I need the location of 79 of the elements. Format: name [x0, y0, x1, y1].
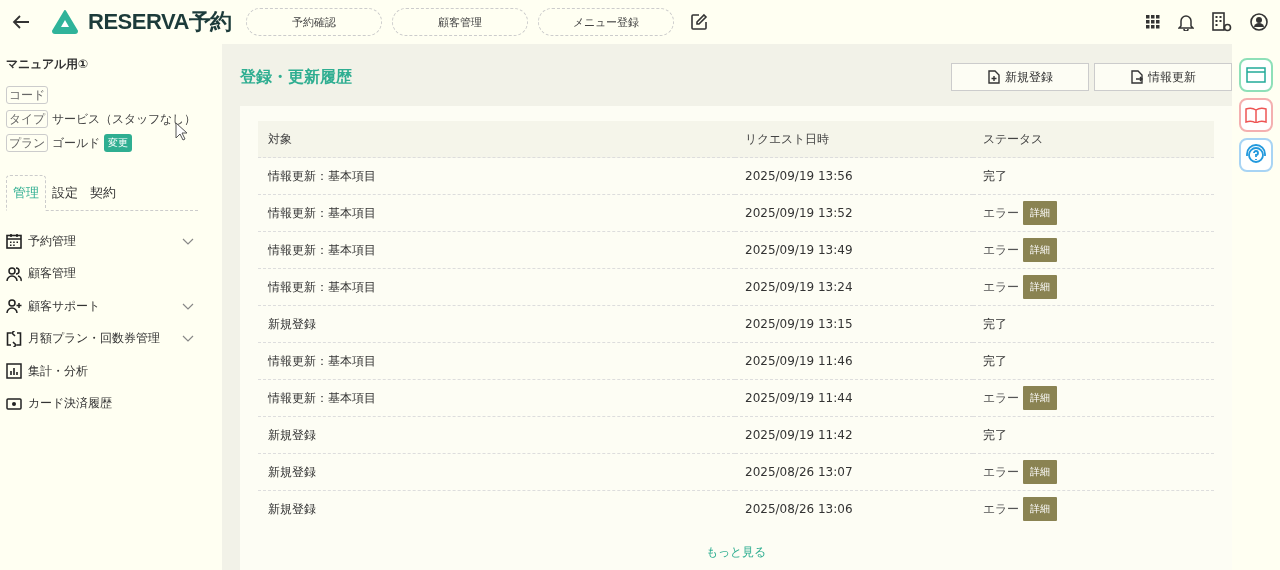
column-header: ステータス: [973, 121, 1214, 158]
detail-button[interactable]: 詳細: [1023, 460, 1057, 484]
book-button[interactable]: [1239, 98, 1273, 132]
status-text: 完了: [983, 167, 1007, 185]
people-icon: [6, 265, 22, 282]
page-title: 登録・更新履歴: [240, 66, 352, 88]
sidebar-tab[interactable]: 設定: [46, 175, 84, 211]
file-plus-icon: [987, 70, 1000, 84]
repeat-icon: [6, 330, 22, 347]
book-icon: [1245, 107, 1267, 123]
action-button[interactable]: 新規登録: [951, 63, 1089, 91]
money-icon: [6, 397, 22, 410]
info-value: ゴールド: [52, 134, 100, 152]
table-cell: 2025/08/26 13:06: [735, 490, 973, 527]
status-text: エラー: [983, 500, 1019, 518]
chevron-down-icon[interactable]: [182, 302, 194, 310]
table-cell: 新規登録: [258, 453, 735, 491]
table-cell: 新規登録: [258, 416, 735, 454]
calendar-icon: [6, 233, 22, 250]
menu-item[interactable]: 月額プラン・回数券管理: [28, 330, 176, 348]
table-cell: 2025/09/19 13:56: [735, 157, 973, 195]
grid-icon[interactable]: [1146, 15, 1160, 29]
table-cell: 2025/09/19 13:15: [735, 305, 973, 343]
status-text: エラー: [983, 241, 1019, 259]
table-cell: 新規登録: [258, 305, 735, 343]
shop-name: マニュアル用①: [6, 56, 90, 73]
info-tag: コード: [6, 86, 48, 104]
table-cell: 2025/09/19 13:49: [735, 231, 973, 269]
status-text: エラー: [983, 463, 1019, 481]
file-export-icon: [1130, 70, 1143, 84]
table-cell: 情報更新：基本項目: [258, 194, 735, 232]
help-headset-icon: [1245, 144, 1267, 166]
table-cell: 2025/09/19 11:42: [735, 416, 973, 454]
person-add-icon: [6, 298, 22, 315]
detail-button[interactable]: 詳細: [1023, 386, 1057, 410]
logo-text: RESERVA予約: [88, 8, 232, 36]
status-text: 完了: [983, 352, 1007, 370]
chevron-down-icon[interactable]: [182, 237, 194, 245]
user-avatar-icon[interactable]: [1250, 13, 1268, 31]
menu-item[interactable]: 予約管理: [28, 232, 176, 250]
menu-item[interactable]: カード決済履歴: [28, 395, 194, 413]
browser-window-icon: [1246, 67, 1266, 83]
table-cell: 2025/08/26 13:07: [735, 453, 973, 491]
detail-button[interactable]: 詳細: [1023, 201, 1057, 225]
table-cell: 情報更新：基本項目: [258, 342, 735, 380]
chevron-down-icon[interactable]: [182, 335, 194, 343]
menu-item[interactable]: 顧客管理: [28, 265, 194, 283]
table-cell: 2025/09/19 13:24: [735, 268, 973, 306]
status-text: エラー: [983, 278, 1019, 296]
detail-button[interactable]: 詳細: [1023, 238, 1057, 262]
column-header: 対象: [258, 121, 735, 158]
table-cell: 情報更新：基本項目: [258, 157, 735, 195]
bar-chart-icon: [6, 363, 22, 380]
table-cell: 情報更新：基本項目: [258, 268, 735, 306]
logo-icon: [52, 10, 78, 34]
status-text: 完了: [983, 315, 1007, 333]
detail-button[interactable]: 詳細: [1023, 275, 1057, 299]
column-header: リクエスト日時: [735, 121, 973, 158]
table-cell: 2025/09/19 13:52: [735, 194, 973, 232]
table-cell: 2025/09/19 11:44: [735, 379, 973, 417]
back-arrow-icon[interactable]: [12, 15, 30, 29]
edit-icon[interactable]: [689, 13, 708, 31]
action-button[interactable]: 情報更新: [1094, 63, 1232, 91]
table-cell: 情報更新：基本項目: [258, 379, 735, 417]
sidebar-tab[interactable]: 契約: [84, 175, 122, 211]
info-value: サービス（スタッフなし）: [52, 110, 196, 128]
menu-item[interactable]: 顧客サポート: [28, 297, 176, 315]
status-text: エラー: [983, 389, 1019, 407]
status-text: 完了: [983, 426, 1007, 444]
menu-item[interactable]: 集計・分析: [28, 362, 194, 380]
detail-button[interactable]: 詳細: [1023, 497, 1057, 521]
info-tag: タイプ: [6, 110, 48, 128]
info-tag: プラン: [6, 134, 48, 152]
table-cell: 新規登録: [258, 490, 735, 527]
bell-icon[interactable]: [1178, 13, 1194, 31]
table-cell: 2025/09/19 11:46: [735, 342, 973, 380]
status-text: エラー: [983, 204, 1019, 222]
help-support-button[interactable]: [1239, 138, 1273, 172]
table-cell: 情報更新：基本項目: [258, 231, 735, 269]
